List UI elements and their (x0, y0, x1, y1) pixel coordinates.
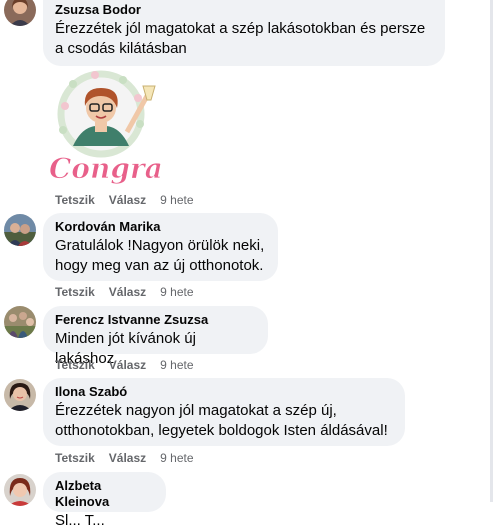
like-link[interactable]: Tetszik (55, 284, 95, 300)
reply-link[interactable]: Válasz (109, 450, 146, 466)
comment-actions: Tetszik Válasz 9 hete (55, 450, 194, 466)
comment-bubble: Kordován Marika Gratulálok !Nagyon örülö… (43, 213, 278, 281)
avatar[interactable] (4, 474, 36, 506)
reply-link[interactable]: Válasz (109, 192, 146, 208)
comment-timestamp[interactable]: 9 hete (160, 357, 193, 373)
reply-link[interactable]: Válasz (109, 284, 146, 300)
like-link[interactable]: Tetszik (55, 357, 95, 373)
comment-actions: Tetszik Válasz 9 hete (55, 357, 194, 373)
avatar[interactable] (4, 0, 36, 26)
comment-author[interactable]: Ferencz Istvanne Zsuzsa (55, 312, 256, 328)
congrats-sticker: Congrats! (43, 66, 204, 186)
comment-actions: Tetszik Válasz 9 hete (55, 284, 194, 300)
comment-bubble: Alzbeta Kleinova Sl... T... (43, 472, 166, 529)
avatar[interactable] (4, 214, 36, 246)
comment-text: Érezzétek nagyon jól magatokat a szép új… (55, 402, 388, 439)
like-link[interactable]: Tetszik (55, 450, 95, 466)
comment-author[interactable]: Kordován Marika (55, 219, 266, 235)
reply-link[interactable]: Válasz (109, 357, 146, 373)
comment-bubble: Ferencz Istvanne Zsuzsa Minden jót kíván… (43, 306, 268, 367)
avatar[interactable] (4, 306, 36, 338)
comment-text: Gratulálok !Nagyon örülök neki, hogy meg… (55, 237, 265, 274)
sticker-text: Congrats! (49, 152, 163, 185)
avatar[interactable] (4, 379, 36, 411)
comment-author[interactable]: Zsuzsa Bodor (55, 2, 433, 18)
comment-text: Érezzétek jól magatokat a szép lakásotok… (55, 20, 426, 57)
like-link[interactable]: Tetszik (55, 192, 95, 208)
comment-timestamp[interactable]: 9 hete (160, 450, 193, 466)
comment-actions: Tetszik Válasz 9 hete (55, 192, 194, 208)
comment-author[interactable]: Ilona Szabó (55, 384, 393, 400)
comment-bubble: Ilona Szabó Érezzétek nagyon jól magatok… (43, 378, 405, 446)
comment-timestamp[interactable]: 9 hete (160, 192, 193, 208)
comment-author[interactable]: Alzbeta Kleinova (55, 478, 154, 510)
comment-text: Sl... T... (55, 512, 105, 529)
comment-bubble: Zsuzsa Bodor Érezzétek jól magatokat a s… (43, 0, 445, 66)
comment-timestamp[interactable]: 9 hete (160, 284, 193, 300)
